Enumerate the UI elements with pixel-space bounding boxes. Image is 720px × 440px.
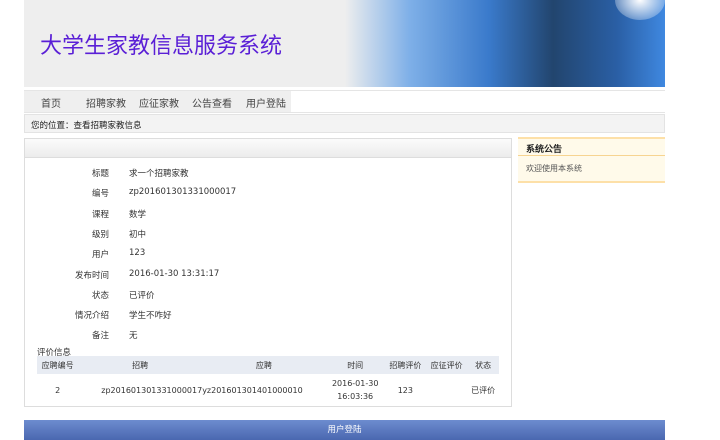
detail-label: 课程 (91, 209, 109, 220)
cell-date: 2016-01-30 (331, 379, 379, 388)
detail-value: 已评价 (129, 290, 155, 301)
main-nav: 首页 招聘家教 应征家教 公告查看 用户登陆 (24, 90, 665, 113)
nav-apply[interactable]: 应征家教 (139, 95, 179, 110)
evaluation-table: 应聘编号 招聘 应聘 时间 招聘评价 应征评价 状态 2 zp201601301… (37, 356, 499, 406)
panel-header (25, 139, 511, 158)
cell-apply-eval (426, 374, 467, 406)
site-title: 大学生家教信息服务系统 (40, 34, 283, 59)
detail-label: 级别 (91, 229, 109, 240)
notice-title: 系统公告 (518, 139, 665, 156)
detail-value: 数学 (129, 209, 147, 220)
breadcrumb: 您的位置：查看招聘家教信息 (24, 114, 665, 133)
nav-login[interactable]: 用户登陆 (246, 95, 286, 110)
col-header: 状态 (467, 356, 499, 374)
nav-recruit[interactable]: 招聘家教 (86, 95, 126, 110)
detail-label: 用户 (91, 250, 109, 261)
detail-value: 无 (129, 331, 138, 342)
detail-panel: 标题 求一个招聘家教编号 zp201601301331000017 课程 数学级别 初中用… (24, 138, 512, 407)
detail-value: 123 (129, 248, 146, 259)
col-header: 招聘评价 (384, 356, 426, 374)
detail-label: 备注 (91, 331, 109, 342)
detail-value: 初中 (129, 229, 147, 240)
cell-recruit-apply: zp201601301331000017yz201601301401000010 (78, 374, 325, 406)
notice-panel: 系统公告 欢迎使用本系统 (518, 137, 665, 183)
cell-apply: yz201601301401000010 (202, 385, 303, 395)
col-header: 应聘 (202, 356, 326, 374)
detail-label: 编号 (91, 189, 109, 200)
detail-label: 标题 (91, 169, 109, 179)
col-header: 时间 (325, 356, 385, 374)
cell-id: 2 (55, 385, 61, 395)
detail-value: zp201601301331000017 (129, 187, 237, 198)
detail-label: 发布时间 (74, 270, 109, 281)
footer-login-bar[interactable]: 用户登陆 (24, 420, 665, 440)
breadcrumb-text: 您的位置：查看招聘家教信息 (31, 121, 142, 131)
col-header: 招聘 (78, 356, 203, 374)
detail-value: 2016-01-30 13:31:17 (129, 268, 220, 279)
header-banner: 大学生家教信息服务系统 (24, 0, 665, 87)
detail-value: 求一个招聘家教 (129, 169, 189, 179)
cell-recruit: zp201601301331000017 (101, 385, 203, 395)
notice-body: 欢迎使用本系统 (526, 164, 582, 173)
col-header: 应聘编号 (37, 356, 79, 374)
cell-recruit-eval: 123 (397, 385, 413, 395)
nav-notices[interactable]: 公告查看 (192, 95, 232, 110)
nav-home[interactable]: 首页 (41, 95, 61, 110)
col-header: 应征评价 (426, 356, 468, 374)
detail-value: 学生不咋好 (129, 311, 172, 322)
cell-time: 2016-01-30 16:03:36 (326, 374, 385, 406)
detail-label: 情况介绍 (74, 311, 109, 322)
banner-graphic (345, 0, 665, 87)
table-row: 2 zp201601301331000017yz2016013014010000… (37, 374, 499, 406)
cell-status: 已评价 (471, 385, 496, 395)
cell-clock: 16:03:36 (337, 392, 374, 401)
detail-label: 状态 (91, 290, 109, 301)
